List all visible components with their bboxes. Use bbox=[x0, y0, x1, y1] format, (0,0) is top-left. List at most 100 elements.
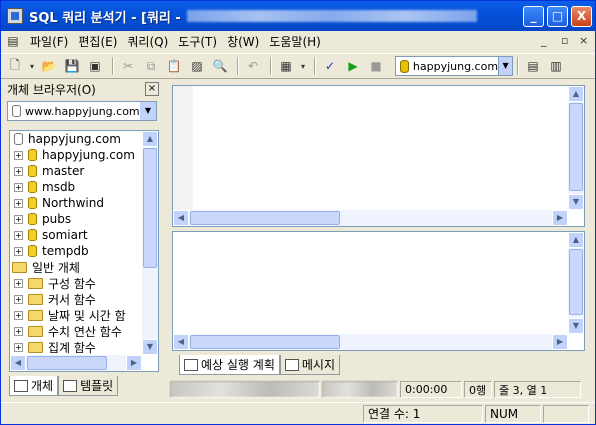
toolbar: 🗋 ▾ 📂 💾 ▣ ✂ ⧉ 📋 ▨ 🔍 ↶ ▦ ▾ ✓ ▶ ■ happyjun… bbox=[1, 53, 595, 79]
object-browser-icon[interactable]: ▤ bbox=[523, 56, 543, 76]
mdi-restore-button[interactable]: ▫ bbox=[561, 34, 568, 47]
expand-icon[interactable]: + bbox=[14, 198, 23, 208]
clear-icon[interactable]: ▨ bbox=[187, 56, 207, 76]
expand-icon[interactable]: + bbox=[14, 342, 23, 352]
query-editor[interactable]: ▲ ▼ ◀ ▶ bbox=[172, 85, 585, 227]
undo-icon[interactable]: ↶ bbox=[243, 56, 263, 76]
tree-item-database[interactable]: + tempdb bbox=[10, 243, 158, 259]
scroll-up-icon[interactable]: ▲ bbox=[142, 131, 158, 147]
tree-horizontal-scrollbar[interactable]: ◀ ▶ bbox=[10, 355, 142, 371]
tree-item-common-objects[interactable]: 일반 개체 bbox=[10, 259, 158, 275]
tree-vertical-scrollbar[interactable]: ▲ ▼ bbox=[142, 131, 158, 355]
scroll-thumb[interactable] bbox=[569, 249, 583, 315]
tree-item-database[interactable]: + Northwind bbox=[10, 195, 158, 211]
mdi-close-button[interactable]: × bbox=[579, 34, 588, 47]
open-icon[interactable]: 📂 bbox=[39, 56, 59, 76]
dropdown-arrow-icon[interactable]: ▾ bbox=[299, 56, 307, 76]
menu-tools[interactable]: 도구(T) bbox=[173, 33, 222, 50]
database-icon bbox=[28, 213, 37, 225]
object-browser-title: 개체 브라우저(O) bbox=[7, 82, 96, 97]
editor-vertical-scrollbar[interactable]: ▲ ▼ bbox=[568, 86, 584, 210]
parse-icon[interactable]: ✓ bbox=[320, 56, 340, 76]
database-selector[interactable]: happyjung.com ▼ bbox=[395, 56, 513, 76]
tree-item-function-group[interactable]: + 커서 함수 bbox=[10, 291, 158, 307]
expand-icon[interactable]: + bbox=[14, 278, 23, 288]
editor-horizontal-scrollbar[interactable]: ◀ ▶ bbox=[173, 210, 568, 226]
mdi-minimize-button[interactable]: _ bbox=[541, 34, 547, 47]
menu-window[interactable]: 창(W) bbox=[222, 33, 264, 50]
minimize-button[interactable]: _ bbox=[523, 6, 544, 27]
tree-item-function-group[interactable]: + 날짜 및 시간 함 bbox=[10, 307, 158, 323]
editor-gutter bbox=[173, 86, 193, 210]
scroll-left-icon[interactable]: ◀ bbox=[173, 334, 189, 350]
close-button[interactable]: X bbox=[571, 6, 592, 27]
scroll-right-icon[interactable]: ▶ bbox=[126, 355, 142, 371]
results-grid-icon[interactable]: ▦ bbox=[276, 56, 296, 76]
scroll-thumb[interactable] bbox=[190, 335, 340, 349]
stop-icon[interactable]: ■ bbox=[366, 56, 386, 76]
scroll-thumb[interactable] bbox=[569, 103, 583, 191]
paste-icon[interactable]: 📋 bbox=[164, 56, 184, 76]
menu-edit[interactable]: 편집(E) bbox=[73, 33, 122, 50]
cut-icon[interactable]: ✂ bbox=[118, 56, 138, 76]
tree-item-database[interactable]: + master bbox=[10, 163, 158, 179]
chevron-down-icon[interactable]: ▼ bbox=[498, 57, 512, 75]
expand-icon[interactable]: + bbox=[14, 150, 23, 160]
scroll-down-icon[interactable]: ▼ bbox=[142, 339, 158, 355]
new-query-icon[interactable]: 🗋 bbox=[5, 56, 25, 76]
tree-item-label: 수치 연산 함수 bbox=[48, 324, 122, 339]
results-horizontal-scrollbar[interactable]: ◀ ▶ bbox=[173, 334, 568, 350]
find-icon[interactable]: 🔍 bbox=[210, 56, 230, 76]
copy-icon[interactable]: ⧉ bbox=[141, 56, 161, 76]
close-panel-button[interactable]: × bbox=[145, 82, 159, 96]
menu-query[interactable]: 쿼리(Q) bbox=[122, 33, 173, 50]
menu-file[interactable]: 파일(F) bbox=[25, 33, 73, 50]
expand-icon[interactable]: + bbox=[14, 310, 23, 320]
document-icon[interactable]: ▤ bbox=[5, 31, 21, 51]
expand-icon[interactable]: + bbox=[14, 326, 23, 336]
results-pane[interactable]: ▲ ▼ ◀ ▶ bbox=[172, 231, 585, 351]
tree-item-function-group[interactable]: + 구성 함수 bbox=[10, 275, 158, 291]
tree-item-function-group[interactable]: + 집계 함수 bbox=[10, 339, 158, 355]
tree-item-database[interactable]: + happyjung.com bbox=[10, 147, 158, 163]
save-icon[interactable]: 💾 bbox=[62, 56, 82, 76]
expand-icon[interactable]: + bbox=[14, 294, 23, 304]
scroll-right-icon[interactable]: ▶ bbox=[552, 334, 568, 350]
tree-root[interactable]: happyjung.com bbox=[10, 131, 158, 147]
scroll-right-icon[interactable]: ▶ bbox=[552, 210, 568, 226]
scroll-thumb[interactable] bbox=[190, 211, 340, 225]
scroll-up-icon[interactable]: ▲ bbox=[568, 86, 584, 102]
tab-execution-plan[interactable]: 예상 실행 계획 bbox=[179, 355, 280, 375]
tree-item-function-group[interactable]: + 수치 연산 함수 bbox=[10, 323, 158, 339]
expand-icon[interactable]: + bbox=[14, 230, 23, 240]
expand-icon[interactable]: + bbox=[14, 246, 23, 256]
expand-icon[interactable]: + bbox=[14, 182, 23, 192]
chevron-down-icon[interactable]: ▼ bbox=[140, 102, 156, 120]
execute-icon[interactable]: ▶ bbox=[343, 56, 363, 76]
load-icon[interactable]: ▣ bbox=[85, 56, 105, 76]
object-search-icon[interactable]: ▥ bbox=[546, 56, 566, 76]
maximize-button[interactable]: □ bbox=[547, 6, 568, 27]
menu-help[interactable]: 도움말(H) bbox=[264, 33, 326, 50]
scroll-thumb[interactable] bbox=[27, 356, 107, 370]
scroll-down-icon[interactable]: ▼ bbox=[568, 318, 584, 334]
tab-objects[interactable]: 개체 bbox=[9, 376, 59, 396]
scroll-left-icon[interactable]: ◀ bbox=[10, 355, 26, 371]
title-bar[interactable]: SQL 쿼리 분석기 - [쿼리 - _ □ X bbox=[1, 1, 595, 31]
scroll-down-icon[interactable]: ▼ bbox=[568, 194, 584, 210]
results-vertical-scrollbar[interactable]: ▲ ▼ bbox=[568, 232, 584, 334]
tree-item-database[interactable]: + somiart bbox=[10, 227, 158, 243]
database-icon bbox=[28, 149, 37, 161]
app-icon[interactable] bbox=[7, 8, 23, 24]
scroll-thumb[interactable] bbox=[143, 148, 157, 268]
server-selector[interactable]: www.happyjung.com ▼ bbox=[7, 101, 157, 121]
tab-templates[interactable]: 템플릿 bbox=[58, 376, 119, 396]
scroll-up-icon[interactable]: ▲ bbox=[568, 232, 584, 248]
tree-item-database[interactable]: + pubs bbox=[10, 211, 158, 227]
tab-messages[interactable]: 메시지 bbox=[279, 355, 340, 375]
expand-icon[interactable]: + bbox=[14, 214, 23, 224]
scroll-left-icon[interactable]: ◀ bbox=[173, 210, 189, 226]
tree-item-database[interactable]: + msdb bbox=[10, 179, 158, 195]
expand-icon[interactable]: + bbox=[14, 166, 23, 176]
dropdown-arrow-icon[interactable]: ▾ bbox=[28, 56, 36, 76]
